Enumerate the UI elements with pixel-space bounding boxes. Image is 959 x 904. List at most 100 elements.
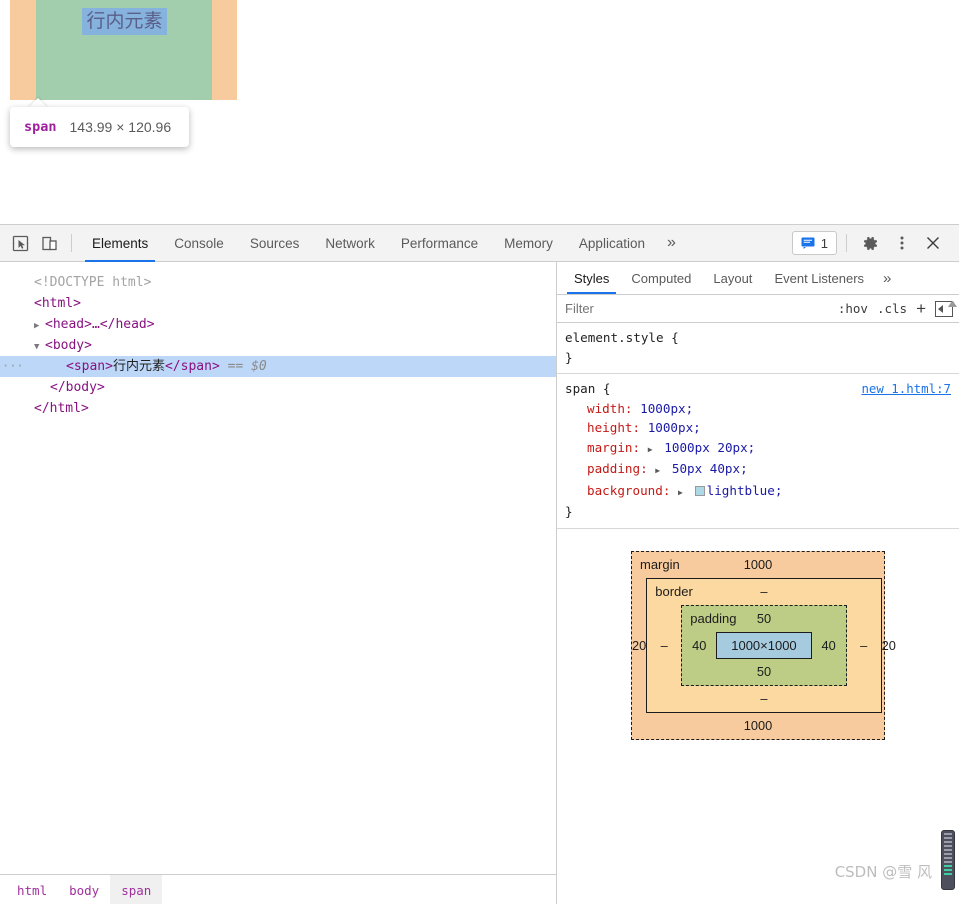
- close-icon[interactable]: [918, 229, 947, 258]
- box-model-margin[interactable]: margin 1000 20 border – – padding 50 40 …: [631, 550, 896, 740]
- tab-sources-label: Sources: [249, 235, 300, 251]
- box-model-border-right[interactable]: –: [847, 638, 881, 653]
- doctype-text: <!DOCTYPE html>: [34, 275, 152, 290]
- issues-badge-button[interactable]: 1: [791, 231, 837, 255]
- expand-background-triangle-icon[interactable]: ▶: [678, 483, 687, 503]
- css-rule-span[interactable]: new 1.html:7 span { width: 1000px; heigh…: [557, 374, 959, 529]
- box-model-padding-right[interactable]: 40: [812, 638, 846, 653]
- dom-node-html-open[interactable]: <html>: [0, 293, 556, 314]
- css-declaration-margin[interactable]: margin: ▶ 1000px 20px;: [565, 438, 951, 460]
- box-model-margin-label: margin: [640, 556, 680, 572]
- tab-styles[interactable]: Styles: [563, 262, 620, 294]
- expand-triangle-head-icon[interactable]: ▶: [34, 316, 45, 337]
- dom-node-body-open[interactable]: ▼ <body>: [0, 335, 556, 356]
- dom-node-html-close[interactable]: </html>: [0, 398, 556, 419]
- tab-memory[interactable]: Memory: [491, 225, 566, 262]
- css-rule-element-style[interactable]: element.style { }: [557, 323, 959, 374]
- span-text-node: 行内元素: [112, 359, 165, 374]
- element-style-closing: }: [565, 349, 573, 365]
- styles-sub-tabs: Styles Computed Layout Event Listeners »: [557, 262, 959, 295]
- prop-value-padding: 50px 40px;: [671, 461, 748, 476]
- cls-toggle-button[interactable]: .cls: [877, 301, 907, 316]
- css-declaration-width[interactable]: width: 1000px;: [565, 399, 951, 419]
- dom-node-body-close[interactable]: </body>: [0, 377, 556, 398]
- tab-layout[interactable]: Layout: [702, 262, 763, 294]
- span-rule-closing: }: [565, 504, 573, 519]
- css-declaration-height[interactable]: height: 1000px;: [565, 418, 951, 438]
- new-style-rule-button[interactable]: +: [916, 300, 926, 317]
- css-source-link[interactable]: new 1.html:7: [861, 379, 951, 399]
- tab-memory-label: Memory: [504, 235, 553, 251]
- tooltip-dimensions: 143.99 × 120.96: [69, 119, 172, 135]
- tab-application[interactable]: Application: [566, 225, 658, 262]
- box-model-content[interactable]: 1000×1000: [716, 631, 812, 659]
- dom-node-doctype[interactable]: <!DOCTYPE html>: [0, 272, 556, 293]
- tab-network[interactable]: Network: [312, 225, 388, 262]
- prop-name-height: height: [587, 420, 633, 435]
- tab-computed[interactable]: Computed: [620, 262, 702, 294]
- kebab-menu-icon[interactable]: [887, 229, 916, 258]
- box-model-border-left[interactable]: –: [647, 638, 681, 653]
- prop-value-height: 1000px;: [647, 420, 701, 435]
- collapse-triangle-body-icon[interactable]: ▼: [34, 337, 45, 358]
- node-badge-icon[interactable]: ···: [2, 356, 24, 377]
- box-model-margin-left[interactable]: 20: [632, 638, 646, 653]
- selected-node-marker: == $0: [227, 359, 267, 374]
- css-declaration-background[interactable]: background: ▶ lightblue;: [565, 481, 951, 503]
- tab-elements[interactable]: Elements: [79, 225, 161, 262]
- dom-tree: <!DOCTYPE html> <html> ▶ <head>…</head> ▼…: [0, 262, 556, 874]
- box-model-padding[interactable]: padding 50 40 1000×1000 40 50: [681, 604, 847, 686]
- watermark-text: CSDN @雪 风: [834, 863, 932, 881]
- css-declaration-padding[interactable]: padding: ▶ 50px 40px;: [565, 459, 951, 481]
- prop-name-background: background: [587, 482, 663, 498]
- breadcrumb-item-html[interactable]: html: [6, 875, 58, 904]
- box-model-margin-bottom[interactable]: 1000: [632, 713, 884, 739]
- prop-value-margin: 1000px 20px;: [664, 439, 756, 455]
- box-model-margin-right[interactable]: 20: [882, 638, 896, 653]
- device-toolbar-icon[interactable]: [35, 229, 64, 258]
- devtools-screenshot: 行内元素 span 143.99 × 120.96 Elements Conso…: [0, 0, 959, 904]
- tab-network-label: Network: [325, 235, 375, 251]
- dom-node-span-selected[interactable]: ··· <span>行内元素</span> == $0: [0, 356, 556, 377]
- expand-padding-triangle-icon[interactable]: ▶: [655, 461, 664, 481]
- hov-toggle-button[interactable]: :hov: [838, 301, 868, 316]
- breadcrumb-item-body[interactable]: body: [58, 875, 110, 904]
- box-model-border[interactable]: border – – padding 50 40 1000×1000 40 50…: [646, 577, 882, 713]
- tab-event-listeners[interactable]: Event Listeners: [763, 262, 875, 294]
- prop-value-width: 1000px;: [640, 400, 694, 416]
- prop-name-width: width: [587, 400, 625, 416]
- styles-filter-input[interactable]: [563, 298, 829, 319]
- head-tag: <head>…</head>: [45, 317, 155, 332]
- window-scrollbar-thumb[interactable]: [941, 830, 955, 890]
- styles-scroll-up-arrow-icon[interactable]: [948, 298, 957, 307]
- inline-element-text: 行内元素: [86, 10, 163, 32]
- tab-console[interactable]: Console: [161, 225, 237, 262]
- tab-performance[interactable]: Performance: [388, 225, 491, 262]
- breadcrumb-item-span[interactable]: span: [110, 874, 163, 904]
- tab-elements-label: Elements: [92, 235, 149, 251]
- box-model-border-bottom[interactable]: –: [647, 686, 880, 712]
- elements-pane: <!DOCTYPE html> <html> ▶ <head>…</head> ▼…: [0, 262, 557, 904]
- box-model-padding-label: padding: [690, 610, 737, 626]
- tab-sources[interactable]: Sources: [237, 225, 313, 262]
- box-model-padding-left[interactable]: 40: [682, 638, 716, 653]
- span-close-tag: </span>: [164, 359, 220, 374]
- box-model-padding-row: 40 1000×1000 40: [682, 631, 846, 659]
- issues-count: 1: [820, 235, 828, 251]
- web-page-viewport: 行内元素 span 143.99 × 120.96: [0, 0, 959, 224]
- css-rules-list: element.style { } new 1.html:7 span { wi…: [557, 323, 959, 529]
- toolbar-right-group: 1: [791, 229, 953, 258]
- styles-more-tabs-chevron-icon[interactable]: »: [875, 262, 899, 294]
- inspect-cursor-icon[interactable]: [6, 229, 35, 258]
- prop-name-margin: margin: [587, 439, 633, 455]
- body-close-tag: </body>: [50, 380, 105, 395]
- expand-margin-triangle-icon[interactable]: ▶: [648, 440, 657, 460]
- color-swatch-icon[interactable]: [694, 485, 705, 496]
- box-model-padding-bottom[interactable]: 50: [682, 659, 845, 685]
- gear-icon[interactable]: [856, 229, 885, 258]
- devtools-body: <!DOCTYPE html> <html> ▶ <head>…</head> ▼…: [0, 262, 959, 904]
- breadcrumb: html body span: [0, 874, 556, 904]
- tab-console-label: Console: [174, 235, 224, 251]
- more-tabs-chevron-icon[interactable]: »: [658, 225, 685, 262]
- dom-node-head[interactable]: ▶ <head>…</head>: [0, 314, 556, 335]
